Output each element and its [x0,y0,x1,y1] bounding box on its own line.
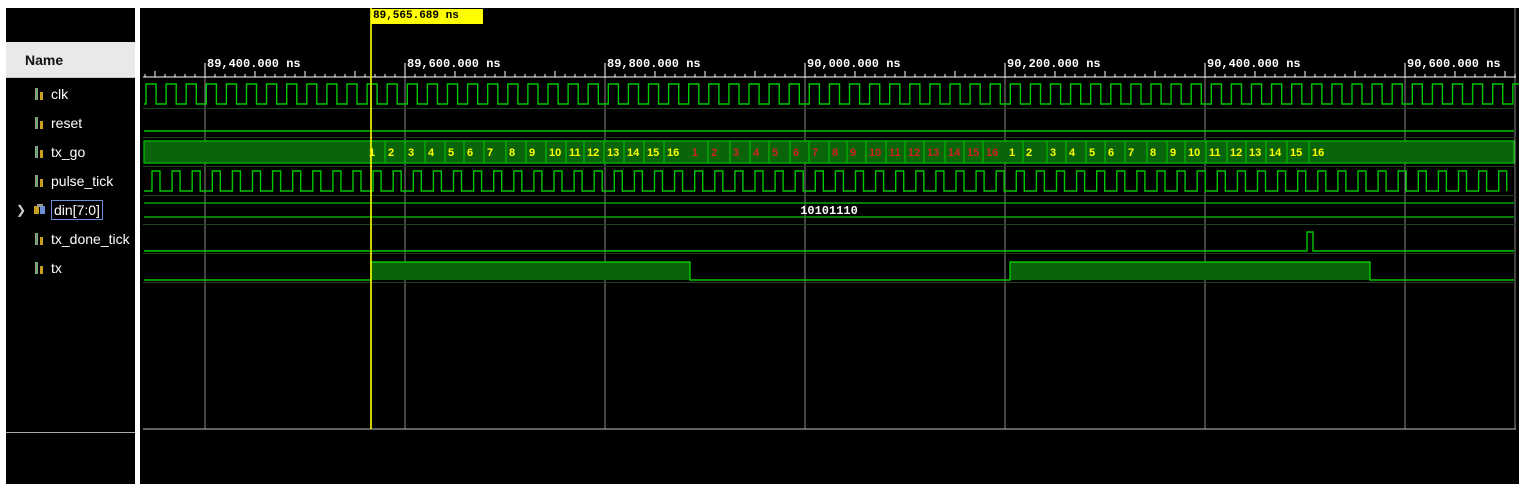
tx_go-count-label: 16 [986,147,998,159]
tx_go-count-label: 4 [428,147,435,159]
waveform-canvas[interactable]: 101011101 2 3 4 5 6 7 8 9 10 11 12 13 14 15 16 1 2 3 4 5 6 7 8 9… [140,8,1519,484]
signal-name: tx [51,260,62,276]
tx_go-count-label: 1 [1009,147,1015,159]
time-ruler-label: 90,400.000 ns [1207,57,1301,71]
divider [6,432,135,433]
tx_go-count-label: 5 [1089,147,1095,159]
tx_go-count-label: 3 [408,147,414,159]
tx_go-count-label: 5 [772,147,778,159]
tx_go-count-label: 8 [509,147,515,159]
signal-name: tx_go [51,144,86,160]
signal-name: din[7:0] [51,200,103,220]
signal-name: reset [51,115,83,131]
signal-name: clk [51,86,69,102]
tx_go-count-label: 3 [733,147,739,159]
tx_go-count-label: 16 [1312,147,1324,159]
tx_done_tick-waveform [144,231,1514,252]
logic-signal-icon [35,88,43,100]
tx_go-count-label: 15 [1290,147,1302,159]
cursor-time-marker[interactable]: 89,565.689 ns [371,9,483,24]
logic-signal-icon [35,146,43,158]
tx_go-count-label: 14 [948,147,961,159]
signal-row-tx[interactable]: tx [6,255,135,281]
logic-signal-icon [35,262,43,274]
logic-signal-icon [35,175,43,187]
tx_go-count-label: 2 [388,147,394,159]
tx_go-count-label: 10 [1188,147,1200,159]
tx_go-count-label: 9 [529,147,535,159]
tx_go-count-label: 6 [467,147,473,159]
tx_go-count-label: 8 [1150,147,1156,159]
tx_go-count-label: 11 [1209,147,1221,159]
tx_go-count-label: 12 [587,147,599,159]
tx_go-count-label: 5 [448,147,454,159]
tx_go-count-label: 1 [369,147,375,159]
expand-chevron-icon[interactable]: ❯ [16,203,26,217]
waveform-panel[interactable]: 10101110 1 2 3 4 5 6 7 8 9 10 11 12 13 14 15 16 1 2 3 4 5 6 7 8 9… [140,8,1519,484]
logic-signal-icon [35,117,43,129]
name-column-header[interactable]: Name [6,42,135,78]
tx_go-count-label: 13 [1249,147,1261,159]
tx_go-count-label: 3 [1050,147,1056,159]
tx_go-count-label: 10 [869,147,881,159]
time-ruler-label: 90,200.000 ns [1007,57,1101,71]
tx_go-count-label: 8 [832,147,838,159]
tx_go-count-label: 12 [1230,147,1242,159]
tx_go-count-label: 7 [812,147,818,159]
tx_go-count-label: 14 [627,147,640,159]
tx_go-count-label: 10 [549,147,561,159]
tx_go-count-label: 2 [1026,147,1032,159]
tx_go-count-label: 6 [793,147,799,159]
clk-waveform [144,83,1519,105]
signal-row-din[interactable]: ❯ din[7:0] [6,197,135,223]
signal-row-tx_go[interactable]: tx_go [6,139,135,165]
tx_go-count-label: 7 [1128,147,1134,159]
tx_go-count-label: 15 [967,147,979,159]
tx_go-count-label: 7 [487,147,493,159]
time-ruler-label: 90,000.000 ns [807,57,901,71]
tx_go-count-label: 15 [647,147,659,159]
tx_go-count-label: 12 [908,147,920,159]
signal-row-clk[interactable]: clk [6,81,135,107]
tx-high-fill [1010,262,1370,280]
tx_go-count-label: 6 [1108,147,1114,159]
signal-row-reset[interactable]: reset [6,110,135,136]
signal-row-pulse_tick[interactable]: pulse_tick [6,168,135,194]
tx_go-count-label: 14 [1269,147,1282,159]
signal-name: tx_done_tick [51,231,130,247]
tx_go-count-label: 9 [850,147,856,159]
tx-high-fill [371,262,690,280]
time-ruler-label: 89,800.000 ns [607,57,701,71]
tx_go-count-label: 16 [667,147,679,159]
time-ruler-label: 89,600.000 ns [407,57,501,71]
tx_go-count-label: 4 [1069,147,1076,159]
tx_go-count-label: 13 [607,147,619,159]
din-value-label: 10101110 [800,204,858,218]
pulse_tick-waveform [144,170,1508,192]
tx_go-count-label: 11 [569,147,581,159]
tx_go-count-label: 9 [1170,147,1176,159]
tx_go-count-label: 4 [753,147,760,159]
time-ruler-label: 89,400.000 ns [207,57,301,71]
tx_go-count-label: 11 [889,147,901,159]
tx_go-count-label: 1 [692,147,698,159]
signal-names-panel: Name clk reset tx_go pulse_tick ❯ din[7:… [6,8,135,484]
logic-signal-icon [35,233,43,245]
signal-name: pulse_tick [51,173,114,189]
signal-row-tx_done_tick[interactable]: tx_done_tick [6,226,135,252]
time-ruler-label: 90,600.000 ns [1407,57,1501,71]
tx_go-count-label: 2 [711,147,717,159]
bus-signal-icon [34,204,45,214]
tx_go-count-label: 13 [927,147,939,159]
